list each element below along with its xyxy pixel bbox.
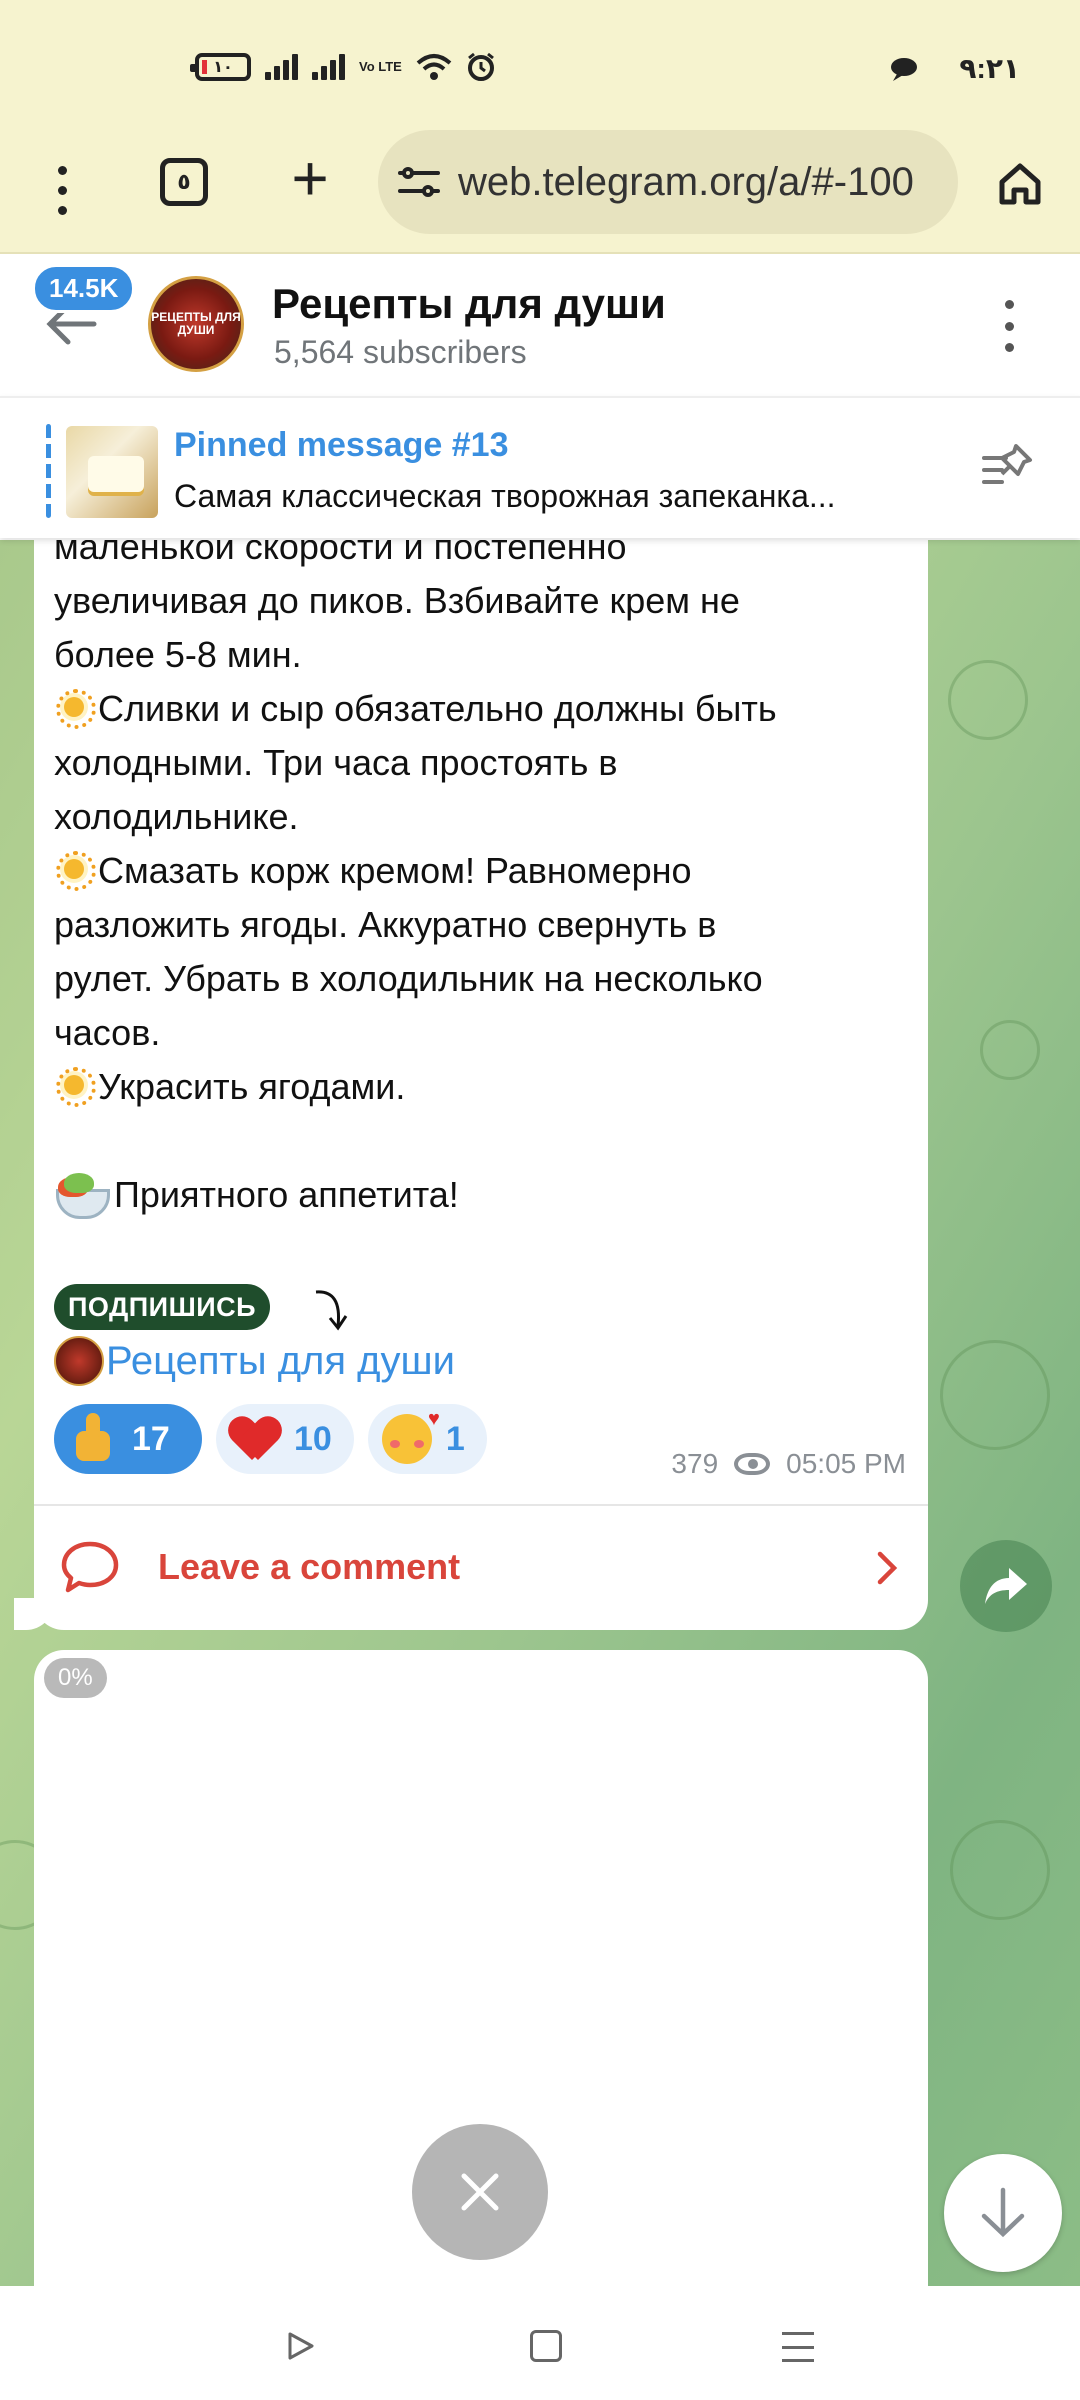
reaction-count: 17 bbox=[132, 1419, 170, 1458]
status-bar: ١٠ Vo LTE ٩:٢١ bbox=[0, 0, 1080, 130]
pinned-text: Самая классическая творожная запеканка..… bbox=[174, 478, 836, 514]
channel-mini-avatar bbox=[54, 1336, 104, 1386]
channel-link-text[interactable]: Рецепты для души bbox=[106, 1339, 455, 1384]
pinned-thumbnail bbox=[66, 426, 158, 518]
message-line: Сливки и сыр обязательно должны быть bbox=[54, 682, 914, 736]
tabs-button[interactable]: ٥ bbox=[160, 158, 208, 206]
background-doodle bbox=[980, 1020, 1040, 1080]
alarm-icon bbox=[467, 52, 494, 81]
cancel-download-button[interactable] bbox=[412, 2124, 548, 2260]
share-arrow-icon bbox=[985, 1568, 1027, 1604]
message-line: увеличивая до пиков. Взбивайте крем не bbox=[54, 580, 740, 621]
curved-arrow-icon bbox=[315, 1290, 348, 1331]
message-line: холодными. Три часа простоять в bbox=[54, 742, 618, 783]
background-doodle bbox=[948, 660, 1028, 740]
comment-icon bbox=[61, 1541, 119, 1593]
pinned-title: Pinned message #13 bbox=[174, 426, 509, 464]
background-doodle bbox=[950, 1820, 1050, 1920]
new-tab-button[interactable]: + bbox=[284, 146, 336, 210]
tab-count: ٥ bbox=[177, 169, 191, 194]
message-line: холодильнике. bbox=[54, 796, 299, 837]
battery-icon: ١٠ bbox=[190, 53, 251, 81]
view-count: 379 bbox=[671, 1448, 719, 1479]
message-line: Украсить ягодами. bbox=[54, 1060, 914, 1114]
reactions-row: 17 10 1 bbox=[54, 1404, 487, 1474]
message-line: более 5-8 мин. bbox=[54, 634, 302, 675]
browser-toolbar: ٥ + web.telegram.org/a/#-100 bbox=[0, 130, 1080, 254]
message-line: маленькой скорости и постепенно bbox=[54, 540, 627, 567]
eye-icon bbox=[734, 1453, 771, 1475]
chat-bubble-icon bbox=[891, 57, 918, 81]
message-line: разложить ягоды. Аккуратно свернуть в bbox=[54, 904, 717, 945]
reaction-count: 1 bbox=[445, 1419, 465, 1458]
nav-home-icon[interactable] bbox=[530, 2330, 562, 2362]
chevron-right-icon bbox=[877, 1551, 898, 1585]
url-text[interactable]: web.telegram.org/a/#-100 bbox=[458, 160, 914, 205]
pinned-message-bar[interactable]: Pinned message #13 Самая классическая тв… bbox=[0, 396, 1080, 538]
system-navigation-bar bbox=[0, 2286, 1080, 2400]
message-line: Смазать корж кремом! Равномерно bbox=[54, 844, 914, 898]
avatar-logo-text: РЕЦЕПТЫ ДЛЯ ДУШИ bbox=[151, 310, 241, 337]
salad-emoji-icon bbox=[54, 1171, 110, 1219]
reaction-thumbs-up[interactable]: 17 bbox=[54, 1404, 202, 1474]
heart-icon bbox=[230, 1416, 280, 1462]
home-icon[interactable] bbox=[996, 160, 1044, 208]
sun-emoji-icon bbox=[54, 687, 96, 729]
status-icons-right: ٩:٢١ bbox=[889, 52, 1020, 85]
channel-avatar[interactable]: РЕЦЕПТЫ ДЛЯ ДУШИ bbox=[148, 276, 244, 372]
scroll-to-bottom-button[interactable] bbox=[944, 2154, 1062, 2272]
address-bar[interactable]: web.telegram.org/a/#-100 bbox=[378, 130, 958, 234]
thumbs-up-icon bbox=[68, 1411, 124, 1467]
sun-emoji-icon bbox=[54, 1065, 96, 1107]
reaction-count: 10 bbox=[294, 1419, 332, 1458]
channel-link[interactable]: Рецепты для души bbox=[54, 1336, 455, 1386]
battery-level: ١٠ bbox=[213, 59, 233, 76]
channel-title[interactable]: Рецепты для души bbox=[272, 280, 666, 328]
chat-area: маленькой скорости и постепенно увеличив… bbox=[0, 540, 1080, 2286]
smiling-face-with-hearts-icon bbox=[381, 1408, 440, 1464]
volte-label: Vo LTE bbox=[359, 59, 402, 74]
background-doodle bbox=[940, 1340, 1050, 1450]
menu-dots-icon[interactable] bbox=[50, 160, 74, 220]
wifi-icon bbox=[416, 54, 452, 80]
subscriber-count: 5,564 subscribers bbox=[274, 334, 527, 370]
share-button[interactable] bbox=[960, 1540, 1052, 1632]
signal-icon bbox=[265, 54, 298, 80]
leave-comment-button[interactable]: Leave a comment bbox=[34, 1504, 928, 1628]
reaction-heart[interactable]: 10 bbox=[216, 1404, 354, 1474]
chat-header: 14.5K РЕЦЕПТЫ ДЛЯ ДУШИ Рецепты для души … bbox=[0, 256, 1080, 394]
status-icons-left: ١٠ Vo LTE bbox=[190, 52, 496, 82]
subscribe-badge: ПОДПИШИСЬ bbox=[54, 1284, 270, 1330]
more-options-icon[interactable] bbox=[1000, 300, 1018, 352]
pinned-indicator bbox=[46, 424, 51, 518]
arrow-down-icon bbox=[981, 2187, 1025, 2238]
message-bubble[interactable]: маленькой скорости и постепенно увеличив… bbox=[34, 540, 928, 1630]
message-line: рулет. Убрать в холодильник на несколько bbox=[54, 958, 763, 999]
message-line bbox=[54, 1114, 914, 1168]
message-line: часов. bbox=[54, 1012, 161, 1053]
site-settings-icon[interactable] bbox=[398, 163, 440, 201]
close-icon bbox=[461, 2173, 499, 2211]
nav-recents-icon[interactable] bbox=[782, 2332, 814, 2362]
pin-list-icon[interactable] bbox=[980, 440, 1036, 496]
message-text: маленькой скорости и постепенно увеличив… bbox=[54, 540, 914, 1222]
sun-emoji-icon bbox=[54, 849, 96, 891]
signal-icon-2 bbox=[312, 54, 345, 80]
message-line: Приятного аппетита! bbox=[54, 1168, 914, 1222]
clock: ٩:٢١ bbox=[959, 53, 1020, 84]
message-time: 05:05 PM bbox=[786, 1448, 906, 1479]
download-progress: 0% bbox=[44, 1658, 107, 1698]
nav-back-icon[interactable] bbox=[284, 2330, 316, 2362]
unread-count-badge[interactable]: 14.5K bbox=[32, 264, 136, 313]
message-meta: 379 05:05 PM bbox=[671, 1448, 906, 1480]
comment-label: Leave a comment bbox=[158, 1546, 461, 1587]
reaction-hearts-face[interactable]: 1 bbox=[367, 1404, 487, 1474]
